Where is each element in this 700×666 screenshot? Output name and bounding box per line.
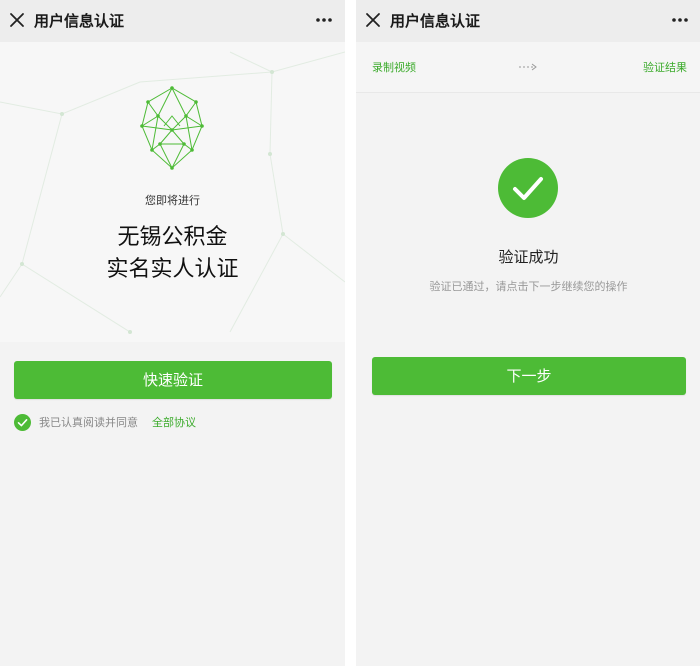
- agreement-link[interactable]: 全部协议: [152, 414, 196, 432]
- page-title: 用户信息认证: [34, 12, 125, 30]
- more-dots-icon[interactable]: [315, 12, 333, 28]
- checkmark-circle-icon[interactable]: [14, 414, 31, 431]
- quick-verify-button[interactable]: 快速验证: [14, 361, 332, 399]
- navbar: 用户信息认证: [0, 0, 345, 43]
- dotted-arrow-icon: [519, 63, 537, 71]
- close-icon[interactable]: [8, 11, 26, 29]
- auth-title-line1: 无锡公积金: [117, 225, 228, 250]
- more-dots-icon[interactable]: [671, 12, 689, 28]
- steps-bar: 录制视频 验证结果: [356, 42, 700, 93]
- face-mesh-icon: [140, 86, 204, 170]
- page-title: 用户信息认证: [390, 12, 481, 30]
- next-step-button[interactable]: 下一步: [372, 357, 686, 395]
- success-check-icon: [498, 158, 558, 218]
- intro-text: 您即将进行: [145, 194, 200, 207]
- success-description: 验证已通过，请点击下一步继续您的操作: [429, 280, 628, 293]
- step-verify-result: 验证结果: [643, 61, 687, 74]
- step-record-video: 录制视频: [372, 61, 416, 74]
- agreement-text: 我已认真阅读并同意: [39, 416, 138, 429]
- navbar: 用户信息认证: [356, 0, 700, 43]
- close-icon[interactable]: [364, 11, 382, 29]
- auth-title: 无锡公积金 实名实人认证: [0, 222, 345, 286]
- success-title: 验证成功: [498, 248, 559, 266]
- left-screen: 用户信息认证 您即将进行 无锡公积金 实名实人认证 快速验证 我已认真阅读并同意…: [0, 0, 345, 666]
- auth-title-line2: 实名实人认证: [106, 257, 239, 282]
- hero-section: 您即将进行 无锡公积金 实名实人认证: [0, 42, 345, 342]
- right-screen: 用户信息认证 录制视频 验证结果 验证成功 验证已通过，请点击下一步继续您的操作…: [356, 0, 700, 666]
